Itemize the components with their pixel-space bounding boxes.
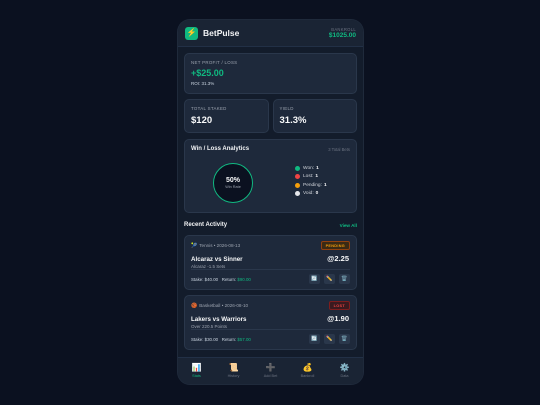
legend-won-count: 1 [316, 165, 319, 171]
legend-won-label: Won: [303, 165, 315, 171]
bet-actions: 🔄 ✏️ 🗑️ [309, 334, 350, 344]
app-screen: ⚡ BetPulse BANKROLL $1025.00 NET PROFIT … [178, 20, 363, 384]
bet-card[interactable]: 🎾 Tennis • 2026-08-13 PENDING Alcaraz vs… [184, 235, 357, 290]
nav-bankroll-label: Bankroll [300, 374, 315, 378]
profit-card: NET PROFIT / LOSS +$25.00 ROI: 31.3% [184, 53, 357, 94]
legend-void-label: Void: [303, 191, 314, 197]
yield-label: YIELD [279, 106, 294, 111]
trash-icon: 🗑️ [341, 336, 348, 342]
total-bets-count: 3 Total Bets [328, 146, 350, 152]
bet-stake: Stake: $30.00 [191, 336, 219, 342]
bet-return-label: Return: [221, 276, 237, 282]
legend-lost-count: 1 [315, 174, 319, 180]
nav-stats-label: Stats [192, 374, 201, 378]
void-dot-icon [295, 191, 300, 197]
status-badge: LOST [328, 301, 350, 310]
bet-actions: 🔄 ✏️ 🗑️ [309, 274, 350, 284]
recent-activity-header: Recent Activity View All [184, 220, 357, 230]
bet-stake-return: Stake: $40.00 Return: $90.00 [191, 277, 251, 282]
bankroll-value: $1025.00 [328, 32, 356, 39]
yield-card: YIELD 31.3% [272, 99, 357, 133]
nav-data[interactable]: ⚙️ Data [326, 358, 363, 384]
analytics-header: Win / Loss Analytics 3 Total Bets [191, 146, 350, 152]
bet-meta: 🎾 Tennis • 2026-08-13 PENDING [191, 241, 350, 250]
legend-pending-label: Pending: [303, 182, 322, 188]
bet-odds: @1.90 [327, 314, 349, 323]
win-rate-label: Win Rate [225, 185, 241, 189]
nav-bankroll[interactable]: 💰 Bankroll [289, 358, 326, 384]
analytics-card: Win / Loss Analytics 3 Total Bets 50% Wi… [184, 139, 357, 213]
settle-button[interactable]: 🔄 [309, 334, 320, 344]
delete-button[interactable]: 🗑️ [339, 274, 350, 284]
won-dot-icon [295, 165, 300, 171]
legend-void: Void: 0 [295, 190, 327, 199]
stats-row: TOTAL STAKED $120 YIELD 31.3% [184, 99, 357, 133]
lightning-icon: ⚡ [185, 26, 198, 40]
analytics-title: Win / Loss Analytics [191, 146, 250, 152]
edit-button[interactable]: ✏️ [324, 274, 335, 284]
bet-card[interactable]: 🏀 Basketball • 2026-08-10 LOST Lakers vs… [184, 295, 357, 350]
legend-lost-label: Lost: [303, 174, 314, 180]
bet-footer: Stake: $40.00 Return: $90.00 🔄 ✏️ 🗑️ [191, 269, 350, 284]
outcome-legend: Won: 1 Lost: 1 Pending: 1 Void: 0 [295, 164, 327, 198]
bet-sport-date: Tennis • 2026-08-13 [199, 243, 241, 248]
dashboard-content: NET PROFIT / LOSS +$25.00 ROI: 31.3% TOT… [178, 47, 363, 350]
nav-add-bet[interactable]: ➕ Add Bet [252, 358, 289, 384]
app-header: ⚡ BetPulse BANKROLL $1025.00 [178, 20, 363, 47]
legend-lost: Lost: 1 [295, 173, 327, 182]
pencil-icon: ✏️ [326, 336, 333, 342]
money-bag-icon: 💰 [302, 363, 313, 372]
yield-value: 31.3% [279, 115, 307, 126]
nav-stats[interactable]: 📊 Stats [178, 358, 215, 384]
bottom-nav: 📊 Stats 📜 History ➕ Add Bet 💰 Bankroll ⚙… [178, 357, 363, 384]
basketball-icon: 🏀 [191, 302, 198, 309]
view-all-link[interactable]: View All [340, 223, 357, 228]
nav-history-label: History [227, 374, 240, 378]
scroll-icon: 📜 [228, 363, 239, 372]
total-staked-label: TOTAL STAKED [191, 106, 227, 111]
legend-won: Won: 1 [295, 164, 327, 173]
delete-button[interactable]: 🗑️ [339, 334, 350, 344]
bet-stake: Stake: $40.00 [191, 276, 219, 282]
bet-return-label: Return: [221, 336, 237, 342]
profit-value: +$25.00 [191, 68, 224, 78]
refresh-icon: 🔄 [311, 276, 318, 282]
nav-data-label: Data [340, 374, 349, 378]
pending-dot-icon [295, 182, 300, 188]
legend-void-count: 0 [315, 191, 319, 197]
profit-label: NET PROFIT / LOSS [191, 60, 238, 65]
win-rate-percent: 50% [225, 177, 240, 184]
gear-icon: ⚙️ [339, 363, 350, 372]
pencil-icon: ✏️ [326, 276, 333, 282]
legend-pending-count: 1 [323, 182, 327, 188]
bet-odds: @2.25 [327, 254, 349, 263]
status-badge: PENDING [320, 241, 350, 250]
recent-activity-title: Recent Activity [184, 222, 228, 228]
lost-dot-icon [295, 174, 300, 180]
edit-button[interactable]: ✏️ [324, 334, 335, 344]
legend-pending: Pending: 1 [295, 181, 327, 190]
nav-history[interactable]: 📜 History [215, 358, 252, 384]
tennis-icon: 🎾 [191, 242, 198, 249]
total-staked-card: TOTAL STAKED $120 [184, 99, 269, 133]
total-staked-value: $120 [191, 115, 213, 126]
nav-add-bet-label: Add Bet [263, 374, 278, 378]
bankroll-display: BANKROLL $1025.00 [329, 27, 356, 39]
bet-return-value: $90.00 [237, 276, 251, 282]
roi-value: ROI: 31.3% [191, 81, 215, 86]
bet-footer: Stake: $30.00 Return: $57.00 🔄 ✏️ 🗑️ [191, 329, 350, 344]
win-rate-donut: 50% Win Rate [213, 163, 253, 203]
bet-meta: 🏀 Basketball • 2026-08-10 LOST [191, 301, 350, 310]
bet-return-value: $57.00 [237, 336, 251, 342]
plus-icon: ➕ [265, 363, 276, 372]
brand-title: BetPulse [203, 28, 240, 38]
bet-stake-return: Stake: $30.00 Return: $57.00 [191, 337, 251, 342]
refresh-icon: 🔄 [311, 336, 318, 342]
settle-button[interactable]: 🔄 [309, 274, 320, 284]
chart-icon: 📊 [191, 363, 202, 372]
trash-icon: 🗑️ [341, 276, 348, 282]
bet-sport-date: Basketball • 2026-08-10 [199, 303, 249, 308]
